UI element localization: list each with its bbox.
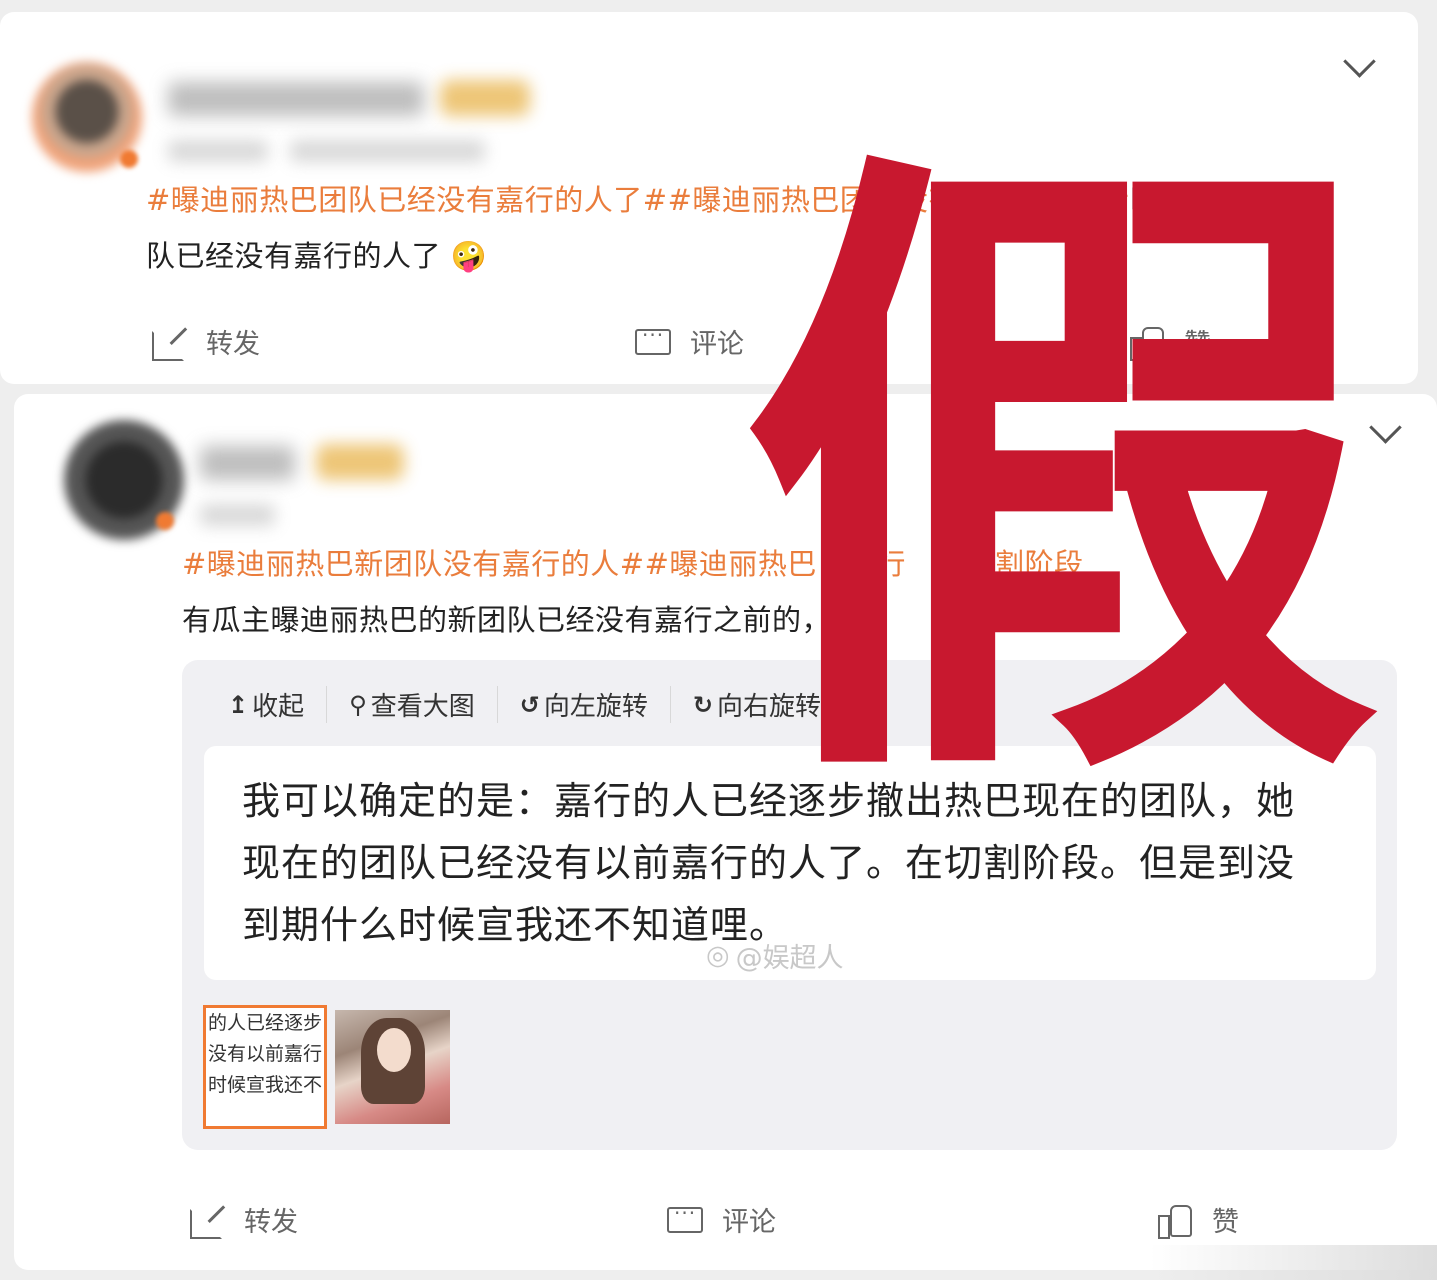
- rotate-left-icon: ↺: [519, 690, 540, 719]
- view-large-button[interactable]: ⚲ 查看大图: [349, 686, 498, 723]
- emoji: 🤪: [450, 239, 488, 273]
- post-text: 有瓜主曝迪丽热巴的新团队已经没有嘉行之前的: [182, 603, 802, 637]
- hashtag-link[interactable]: #曝迪丽热巴新团队没有嘉行的人#: [182, 547, 645, 581]
- share-label: 转发: [206, 329, 260, 360]
- watermark-text: @娱超人: [735, 943, 844, 974]
- rotate-left-label: 向左旋转: [543, 692, 648, 722]
- thumbnail-text: 没有以前嘉行: [208, 1043, 323, 1065]
- comment-label: 评论: [690, 329, 744, 360]
- rotate-left-button[interactable]: ↺ 向左旋转: [520, 686, 671, 723]
- image-thumbnail-selected[interactable]: 的人已经逐步 没有以前嘉行 时候宣我还不: [203, 1005, 327, 1129]
- post-time-blurred: [200, 504, 275, 526]
- comment-button[interactable]: 评论: [666, 1200, 776, 1239]
- verified-badge-icon: [120, 150, 138, 168]
- post-source-blurred: [290, 140, 485, 162]
- thumbnail-text: 时候宣我还不: [208, 1074, 323, 1096]
- member-badge-icon: [316, 444, 404, 480]
- share-label: 转发: [244, 1207, 298, 1238]
- rotate-right-icon: ↻: [692, 690, 713, 719]
- collapse-label: 收起: [252, 692, 305, 722]
- username-blurred[interactable]: [200, 446, 295, 480]
- collapse-icon: ↥: [228, 690, 249, 719]
- like-label: 赞: [1212, 1207, 1239, 1238]
- hashtag-link[interactable]: #曝迪丽热巴团队已经没有嘉行的人了#: [146, 183, 668, 217]
- post-time-blurred: [168, 140, 268, 162]
- portrait-face: [377, 1028, 411, 1072]
- weibo-logo-icon: ◎: [706, 940, 730, 971]
- verified-badge-icon: [156, 512, 174, 530]
- bottom-fade: [1150, 1245, 1437, 1280]
- fake-stamp-overlay: 假: [740, 107, 1380, 852]
- post-text: 队已经没有嘉行的人了: [146, 239, 442, 273]
- view-large-label: 查看大图: [370, 692, 475, 722]
- image-thumbnail[interactable]: [335, 1010, 450, 1124]
- search-icon: ⚲: [349, 690, 367, 719]
- collapse-button[interactable]: ↥ 收起: [228, 686, 328, 723]
- image-watermark: ◎ @娱超人: [706, 936, 844, 975]
- comment-label: 评论: [722, 1207, 776, 1238]
- comment-icon: [634, 323, 672, 359]
- comment-button[interactable]: 评论: [634, 322, 744, 361]
- share-icon: [188, 1203, 226, 1239]
- share-button[interactable]: 转发: [150, 322, 260, 361]
- username-blurred[interactable]: [168, 82, 424, 116]
- share-button[interactable]: 转发: [188, 1200, 298, 1239]
- member-badge-icon: [440, 80, 530, 116]
- thumbs-up-icon: [1156, 1203, 1194, 1239]
- like-button[interactable]: 赞: [1156, 1200, 1239, 1239]
- share-icon: [150, 325, 188, 361]
- comment-icon: [666, 1201, 704, 1237]
- thumbnail-text: 的人已经逐步: [208, 1012, 323, 1034]
